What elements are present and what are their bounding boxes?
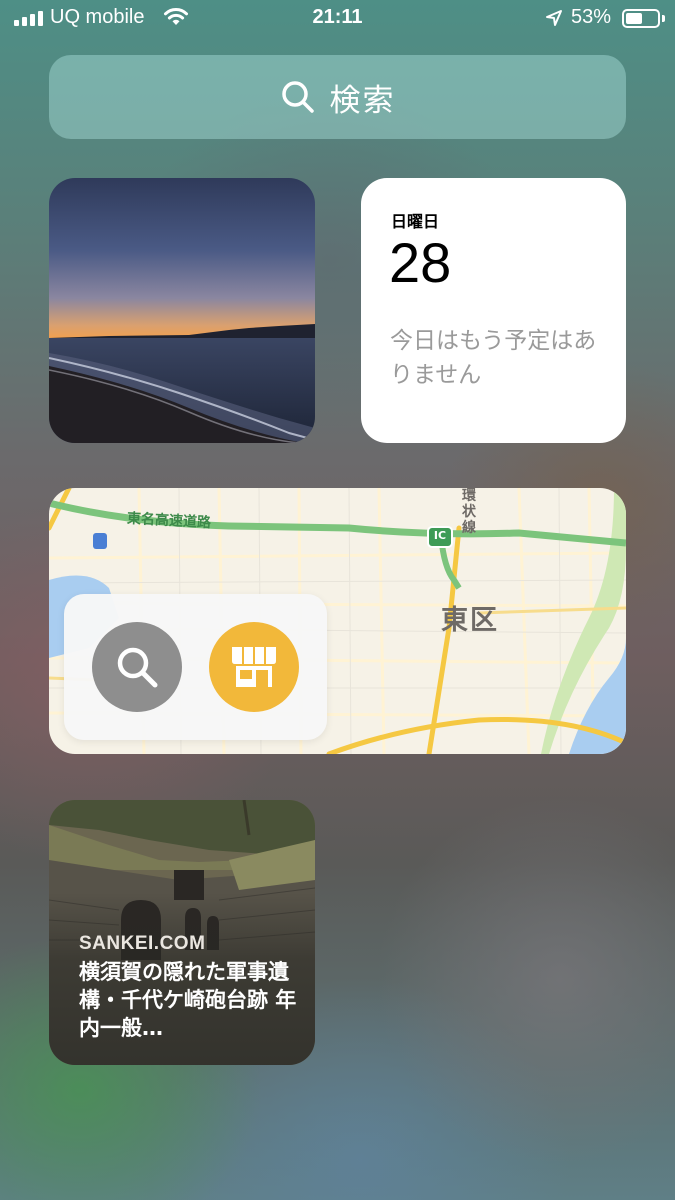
search-icon [281,81,314,113]
map-search-button[interactable] [92,622,182,712]
maps-widget[interactable]: 東名高速道路 IC 環状線 東区 [49,488,626,754]
photos-widget[interactable] [49,178,315,443]
interchange-badge-label: IC [433,529,447,542]
location-arrow-icon [546,10,562,26]
news-headline: 横須賀の隠れた軍事遺構・千代ケ崎砲台跡 年内一般… [79,960,297,1040]
search-label: 検索 [329,82,396,119]
news-widget[interactable]: SANKEI.COM 横須賀の隠れた軍事遺構・千代ケ崎砲台跡 年内一般… [49,800,315,1065]
sunset-beach-photo [49,178,315,443]
calendar-no-events: 今日はもう予定はありません [390,328,597,388]
calendar-widget[interactable]: 日曜日 28 今日はもう予定はありません [361,178,626,443]
calendar-weekday: 日曜日 [391,212,440,231]
search-icon [117,647,158,688]
search-bar[interactable]: 検索 [49,55,626,139]
battery-percentage: 53% [571,6,612,28]
calendar-date: 28 [389,231,452,294]
battery-level [626,13,642,24]
map-actions-panel [64,594,327,740]
battery-tip [662,15,665,22]
ring-road-label: 環状線 [462,488,476,536]
news-source: SANKEI.COM [79,933,206,954]
map-shop-button[interactable] [209,622,299,712]
battery-icon [622,9,660,28]
status-bar: UQ mobile 21:11 53% [0,0,675,38]
storefront-icon [232,647,276,687]
district-label: 東区 [441,605,499,636]
